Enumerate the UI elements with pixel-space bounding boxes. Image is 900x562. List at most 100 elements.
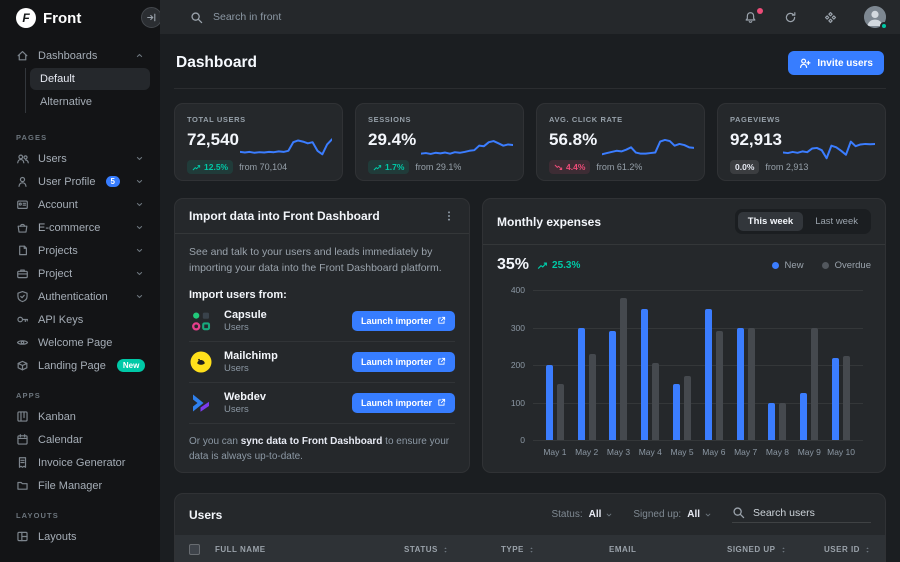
expenses-value: 35% [497, 256, 529, 274]
user-profile-count-badge: 5 [106, 176, 120, 187]
sidebar-item-invoice-generator[interactable]: Invoice Generator [0, 451, 160, 474]
delta-badge: 0.0% [730, 160, 759, 174]
calendar-icon [16, 433, 29, 446]
brand-logo-icon: F [16, 8, 36, 28]
external-link-icon [437, 357, 446, 366]
import-source-capsule: Capsule Users Launch importer [189, 301, 455, 342]
column-type[interactable]: TYPE [501, 545, 609, 555]
sidebar-item-calendar[interactable]: Calendar [0, 428, 160, 451]
sidebar-item-default[interactable]: Default [30, 68, 150, 90]
user-icon [16, 175, 29, 188]
bar-overdue [779, 403, 786, 441]
users-search[interactable] [732, 506, 871, 523]
search-icon [732, 506, 745, 519]
bar-group-may-5 [666, 290, 698, 440]
delta-badge: 12.5% [187, 160, 233, 174]
source-type: Users [224, 404, 266, 415]
tab-this-week[interactable]: This week [738, 212, 803, 231]
launch-importer-capsule-button[interactable]: Launch importer [352, 311, 455, 331]
legend-dot-new [772, 262, 779, 269]
users-table-card: Users Status: All Signed up: All FULL NA… [174, 493, 886, 562]
chevron-down-icon [135, 292, 144, 301]
import-description: See and talk to your users and leads imm… [189, 245, 455, 277]
sidebar-collapse-button[interactable] [141, 7, 160, 28]
sidebar-item-file-manager[interactable]: File Manager [0, 474, 160, 497]
chart-plot-area: 0100200300400 [533, 290, 863, 440]
sidebar-item-landing-page[interactable]: Landing Page New [0, 354, 160, 377]
launch-importer-webdev-button[interactable]: Launch importer [352, 393, 455, 413]
bar-overdue [716, 331, 723, 440]
sort-icon[interactable] [780, 545, 787, 555]
apps-icon[interactable] [824, 11, 837, 24]
stats-row: TOTAL USERS 72,540 12.5% from 70,104 SES… [174, 103, 886, 181]
y-axis-tick: 100 [511, 398, 525, 408]
tab-last-week[interactable]: Last week [805, 212, 868, 231]
more-options-icon[interactable] [443, 210, 455, 222]
sidebar-item-projects[interactable]: Projects [0, 239, 160, 262]
import-data-card: Import data into Front Dashboard See and… [174, 198, 470, 473]
sparkline-chart [783, 131, 875, 164]
bar-new [578, 328, 585, 441]
sidebar-item-welcome-page[interactable]: Welcome Page [0, 331, 160, 354]
column-signed-up[interactable]: SIGNED UP [727, 545, 824, 555]
notification-dot [757, 8, 763, 14]
sidebar-item-users[interactable]: Users [0, 147, 160, 170]
global-search[interactable] [190, 11, 744, 24]
capsule-logo-icon [189, 309, 213, 333]
file-icon [16, 244, 29, 257]
invite-users-button[interactable]: Invite users [788, 51, 884, 75]
refresh-icon[interactable] [784, 11, 797, 24]
signed-up-filter-dropdown[interactable]: Signed up: All [633, 509, 712, 520]
launch-importer-mailchimp-button[interactable]: Launch importer [352, 352, 455, 372]
sidebar-item-kanban[interactable]: Kanban [0, 405, 160, 428]
select-all-checkbox[interactable] [189, 544, 200, 555]
sidebar-item-alternative[interactable]: Alternative [30, 91, 150, 113]
column-full-name: FULL NAME [215, 545, 404, 554]
sort-icon[interactable] [528, 545, 535, 555]
main-content: Dashboard Invite users TOTAL USERS 72,54… [160, 34, 900, 562]
global-search-input[interactable] [213, 11, 433, 23]
users-table-header: FULL NAME STATUS TYPE EMAIL SIGNED UP US… [175, 535, 885, 562]
sidebar-item-project[interactable]: Project [0, 262, 160, 285]
column-user-id[interactable]: USER ID [824, 545, 885, 555]
sidebar-item-ecommerce[interactable]: E-commerce [0, 216, 160, 239]
chevron-down-icon [135, 154, 144, 163]
sort-icon[interactable] [864, 545, 871, 555]
status-filter-dropdown[interactable]: Status: All [551, 509, 613, 520]
legend-overdue: Overdue [822, 260, 871, 271]
avatar[interactable] [864, 6, 886, 28]
bar-group-may-7 [730, 290, 762, 440]
stat-card-total-users: TOTAL USERS 72,540 12.5% from 70,104 [174, 103, 343, 181]
bar-new [832, 358, 839, 441]
home-icon [16, 49, 29, 62]
sidebar-item-api-keys[interactable]: API Keys [0, 308, 160, 331]
source-type: Users [224, 322, 267, 333]
column-status[interactable]: STATUS [404, 545, 501, 555]
stat-card-avg-click-rate: AVG. CLICK RATE 56.8% 4.4% from 61.2% [536, 103, 705, 181]
folder-icon [16, 479, 29, 492]
source-name: Capsule [224, 309, 267, 321]
users-search-input[interactable] [753, 507, 871, 519]
x-axis-label: May 6 [698, 447, 730, 457]
bar-group-may-9 [793, 290, 825, 440]
sidebar-item-user-profile[interactable]: User Profile 5 [0, 170, 160, 193]
sidebar-item-dashboards[interactable]: Dashboards [0, 44, 160, 67]
sidebar-item-layouts[interactable]: Layouts [0, 525, 160, 548]
chevron-down-icon [135, 223, 144, 232]
y-axis-tick: 0 [520, 435, 525, 445]
graph-down-icon [554, 163, 563, 172]
sort-icon[interactable] [442, 545, 449, 555]
sidebar-item-authentication[interactable]: Authentication [0, 285, 160, 308]
gridline [533, 440, 863, 441]
brand-name: Front [43, 10, 81, 27]
x-axis-label: May 9 [793, 447, 825, 457]
brand-logo[interactable]: F Front [0, 0, 160, 36]
bar-new [609, 331, 616, 440]
sidebar-item-account[interactable]: Account [0, 193, 160, 216]
sync-data-link[interactable]: sync data to Front Dashboard [241, 436, 383, 447]
stat-card-sessions: SESSIONS 29.4% 1.7% from 29.1% [355, 103, 524, 181]
notifications-button[interactable] [744, 11, 757, 24]
bar-group-may-3 [603, 290, 635, 440]
webdev-logo-icon [189, 391, 213, 415]
person-plus-icon [799, 57, 811, 69]
